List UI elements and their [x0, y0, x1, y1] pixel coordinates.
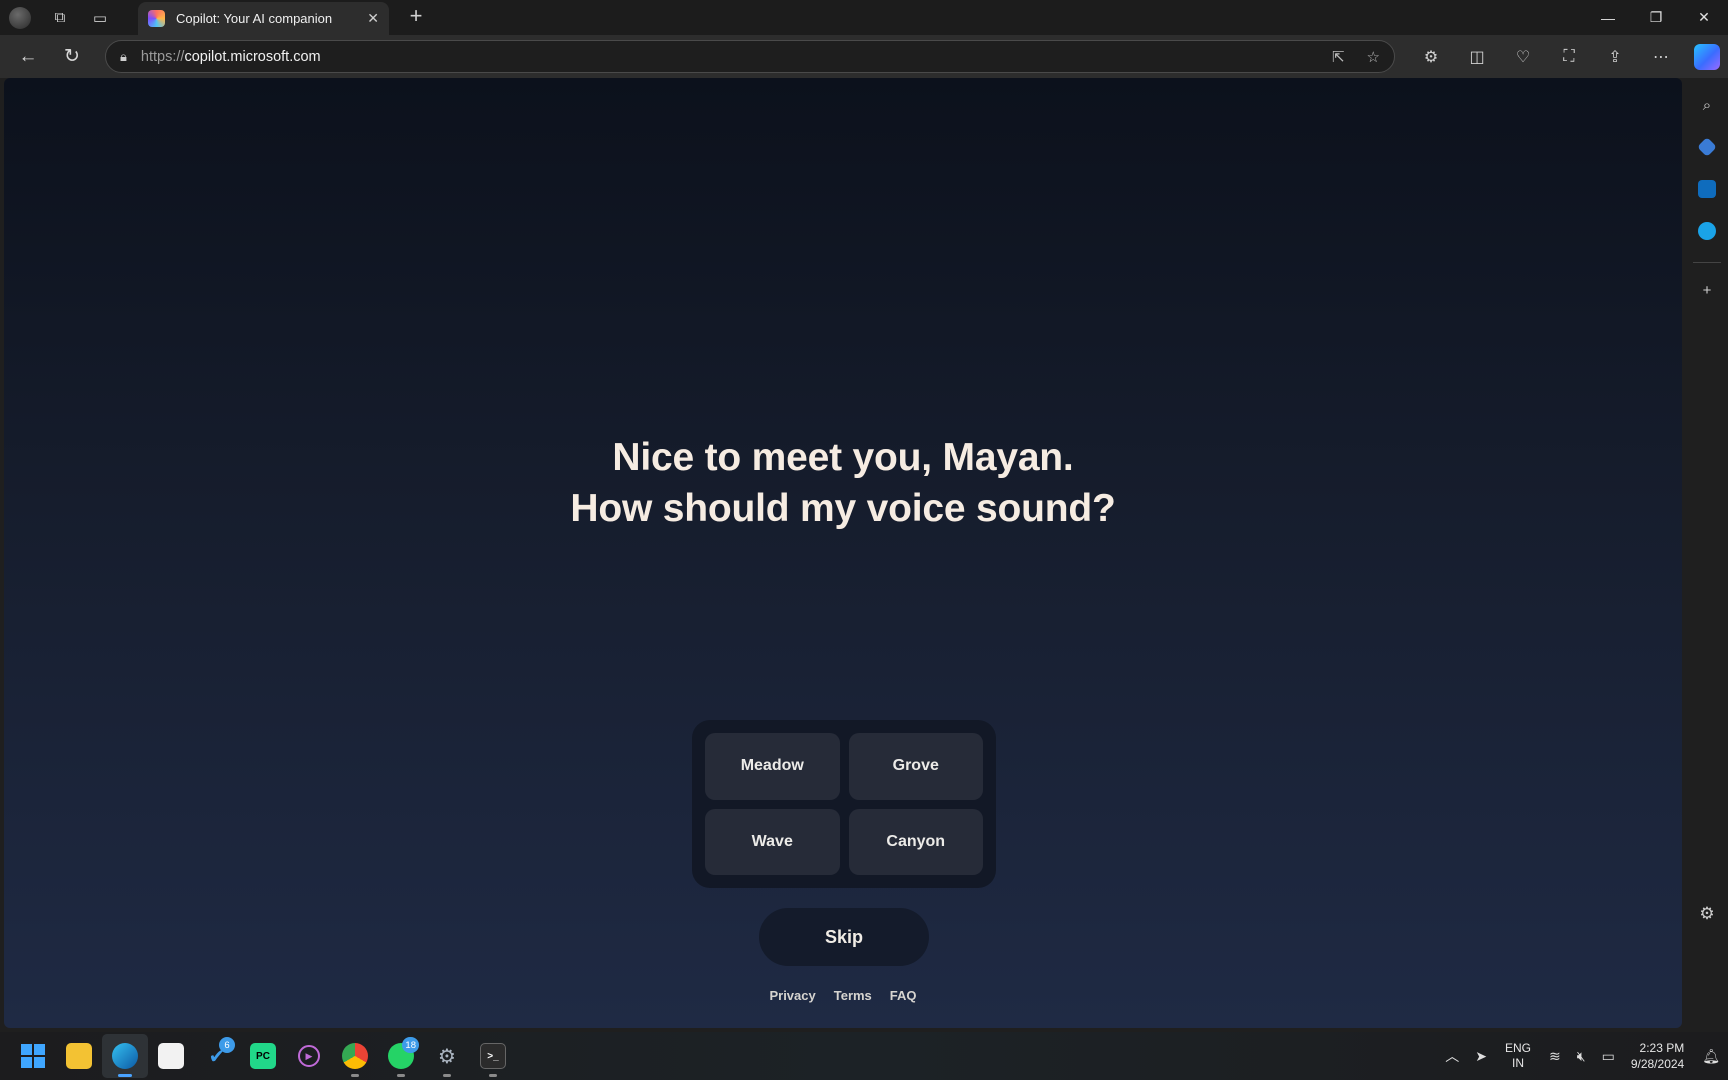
send-icon[interactable]: ➤ — [1475, 1048, 1487, 1065]
back-button[interactable]: ← — [10, 41, 46, 73]
chrome-icon — [342, 1043, 368, 1069]
play-icon: ▶ — [298, 1045, 320, 1067]
outlook-chip — [1698, 180, 1716, 198]
restore-button[interactable]: ❐ — [1632, 0, 1680, 35]
folder-icon — [66, 1043, 92, 1069]
page-viewport: Nice to meet you, Mayan. How should my v… — [4, 78, 1682, 1028]
running-indicator — [397, 1074, 405, 1077]
copilot-favicon-icon — [148, 10, 165, 27]
tab-title: Copilot: Your AI companion — [176, 11, 333, 26]
page-title: Nice to meet you, Mayan. How should my v… — [4, 432, 1682, 534]
start-button[interactable] — [10, 1034, 56, 1078]
time-text: 2:23 PM — [1639, 1041, 1685, 1055]
copilot-sidebar-icon[interactable] — [1694, 43, 1720, 70]
whatsapp-app[interactable]: 18 — [378, 1034, 424, 1078]
running-indicator — [489, 1074, 497, 1077]
browser-essentials-icon[interactable]: ♡ — [1500, 35, 1546, 78]
terminal-app[interactable]: >_ — [470, 1034, 516, 1078]
pycharm-app[interactable]: PC — [240, 1034, 286, 1078]
sidebar-settings-icon[interactable]: ⚙ — [1699, 904, 1714, 924]
tag-shape — [1697, 137, 1717, 157]
pycharm-icon: PC — [250, 1043, 276, 1069]
close-window-button[interactable]: ✕ — [1680, 0, 1728, 35]
more-menu-icon[interactable]: ⋯ — [1638, 35, 1684, 78]
settings-app[interactable]: ⚙ — [424, 1034, 470, 1078]
windows-taskbar: ✔ 6 PC ▶ 18 ⚙ >_ ︿ ➤ ENG IN ≋ 🔇︎ ▭ 2:23 … — [0, 1032, 1728, 1080]
profile-button[interactable] — [0, 0, 40, 35]
tab-actions-icon[interactable]: ▭ — [80, 0, 120, 35]
browser-toolbar: ← ↻ 🔒︎ https://copilot.microsoft.com ⇱ ☆… — [0, 35, 1728, 78]
battery-icon[interactable]: ▭ — [1602, 1048, 1615, 1065]
todo-badge: 6 — [219, 1037, 235, 1053]
headline-line-1: Nice to meet you, Mayan. — [612, 436, 1074, 479]
lock-icon: 🔒︎ — [120, 48, 127, 64]
shopping-tag-icon[interactable] — [1692, 132, 1722, 162]
wifi-icon[interactable]: ≋ — [1549, 1048, 1561, 1065]
avatar — [9, 6, 31, 29]
todo-app[interactable]: ✔ 6 — [194, 1034, 240, 1078]
toolbar-actions: ⚙ ◫ ♡ ⛶ ⇪ ⋯ — [1408, 35, 1720, 78]
skype-icon[interactable] — [1692, 216, 1722, 246]
minimize-button[interactable]: — — [1584, 0, 1632, 35]
store-icon — [158, 1043, 184, 1069]
running-indicator — [351, 1074, 359, 1077]
address-bar[interactable]: 🔒︎ https://copilot.microsoft.com ⇱ ☆ — [105, 40, 1395, 73]
sidebar-divider — [1693, 262, 1721, 263]
language-line-1: ENG — [1505, 1041, 1532, 1055]
running-indicator — [118, 1074, 132, 1077]
voice-wave-button[interactable]: Wave — [705, 808, 840, 875]
extensions-icon[interactable]: ⚙ — [1408, 35, 1454, 78]
system-tray: ︿ ➤ ENG IN ≋ 🔇︎ ▭ 2:23 PM 9/28/2024 🔔︎ — [1437, 1032, 1728, 1080]
share-icon[interactable]: ⇪ — [1592, 35, 1638, 78]
voice-canyon-button[interactable]: Canyon — [848, 808, 983, 875]
edge-sidebar: ⌕ + ⚙ — [1686, 78, 1728, 1028]
terminal-icon: >_ — [480, 1043, 506, 1069]
chrome-app[interactable] — [332, 1034, 378, 1078]
open-in-app-icon[interactable]: ⇱ — [1332, 48, 1345, 66]
terms-link[interactable]: Terms — [834, 988, 872, 1003]
voice-meadow-button[interactable]: Meadow — [705, 733, 840, 800]
footer-links: Privacy Terms FAQ — [4, 988, 1682, 1003]
outlook-icon[interactable] — [1692, 174, 1722, 204]
clock[interactable]: 2:23 PM 9/28/2024 — [1631, 1040, 1684, 1072]
windows-logo-icon — [21, 1044, 45, 1068]
privacy-link[interactable]: Privacy — [769, 988, 815, 1003]
edge-icon — [112, 1043, 138, 1069]
language-line-2: IN — [1512, 1056, 1525, 1070]
tab-copilot[interactable]: Copilot: Your AI companion ✕ — [138, 2, 389, 35]
new-tab-button[interactable]: + — [401, 3, 431, 29]
refresh-button[interactable]: ↻ — [54, 41, 90, 73]
title-bar: ⧉ ▭ Copilot: Your AI companion ✕ + — ❐ ✕ — [0, 0, 1728, 35]
media-player-app[interactable]: ▶ — [286, 1034, 332, 1078]
whatsapp-badge: 18 — [402, 1037, 419, 1053]
skype-chip — [1698, 222, 1716, 240]
volume-muted-icon[interactable]: 🔇︎ — [1577, 1048, 1586, 1065]
gear-icon: ⚙ — [438, 1045, 456, 1068]
favorite-star-icon[interactable]: ☆ — [1367, 48, 1380, 66]
skip-button[interactable]: Skip — [759, 908, 929, 966]
split-screen-icon[interactable]: ◫ — [1454, 35, 1500, 78]
voice-options: Meadow Grove Wave Canyon — [692, 720, 996, 888]
url-prefix: https:// — [140, 48, 185, 65]
faq-link[interactable]: FAQ — [890, 988, 917, 1003]
add-sidebar-app-icon[interactable]: + — [1692, 275, 1722, 305]
edge-app[interactable] — [102, 1034, 148, 1078]
window-controls: — ❐ ✕ — [1584, 0, 1728, 35]
taskbar-apps: ✔ 6 PC ▶ 18 ⚙ >_ — [10, 1032, 516, 1080]
search-icon[interactable]: ⌕ — [1692, 90, 1722, 120]
file-explorer-app[interactable] — [56, 1034, 102, 1078]
screenshot-icon[interactable]: ⛶ — [1546, 35, 1592, 78]
voice-grove-button[interactable]: Grove — [848, 733, 983, 800]
url-host: copilot.microsoft.com — [184, 48, 321, 65]
chevron-up-icon[interactable]: ︿ — [1445, 1046, 1459, 1066]
notification-bell-icon[interactable]: 🔔︎ — [1702, 1048, 1720, 1065]
store-app[interactable] — [148, 1034, 194, 1078]
language-indicator[interactable]: ENG IN — [1505, 1041, 1531, 1071]
headline-line-2: How should my voice sound? — [570, 487, 1116, 530]
date-text: 9/28/2024 — [1630, 1057, 1685, 1071]
close-tab-icon[interactable]: ✕ — [367, 10, 379, 27]
running-indicator — [443, 1074, 451, 1077]
workspaces-icon[interactable]: ⧉ — [40, 0, 80, 35]
